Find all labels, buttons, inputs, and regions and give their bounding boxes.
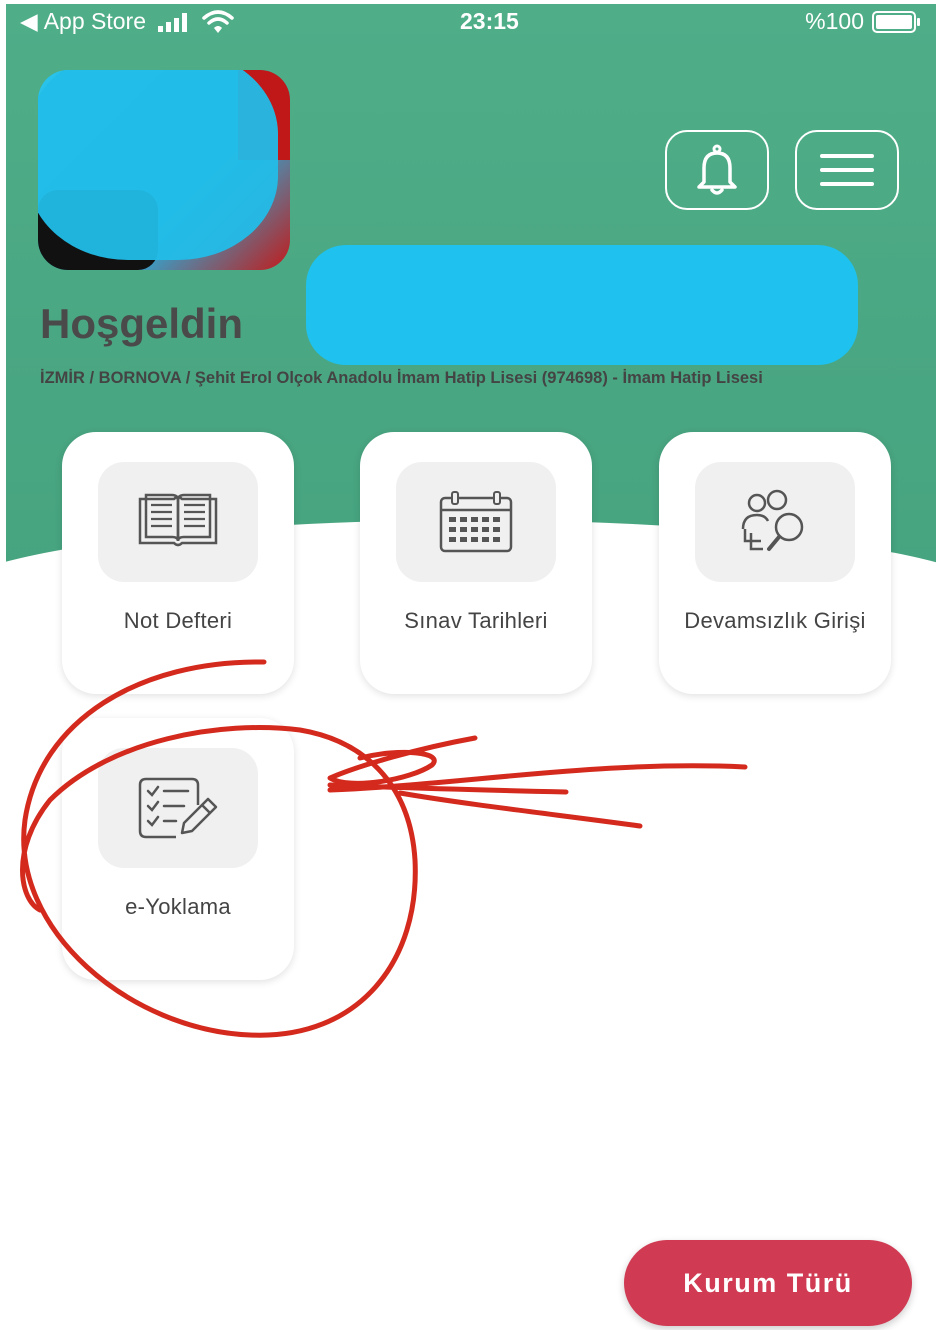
calendar-icon — [439, 491, 513, 553]
app-screen: ◀ App Store 23:15 %100 Hoşgeldin İZMİR /… — [0, 0, 936, 1330]
card-sinav-tarihleri[interactable]: Sınav Tarihleri — [360, 432, 592, 694]
status-time: 23:15 — [460, 8, 519, 34]
card-not-defteri[interactable]: Not Defteri — [62, 432, 294, 694]
school-info: İZMİR / BORNOVA / Şehit Erol Olçok Anado… — [40, 369, 763, 387]
avatar-redaction — [38, 70, 278, 260]
kurum-turu-button[interactable]: Kurum Türü — [624, 1240, 912, 1326]
card-icon-box — [98, 748, 258, 868]
menu-button[interactable] — [795, 130, 899, 210]
battery-indicator: %100 — [805, 8, 920, 35]
card-e-yoklama[interactable]: e-Yoklama — [62, 718, 294, 980]
users-search-icon — [741, 489, 804, 551]
battery-percent: %100 — [805, 8, 864, 34]
welcome-title: Hoşgeldin — [40, 300, 244, 347]
card-label: Not Defteri — [123, 608, 233, 633]
status-bar: ◀ App Store 23:15 %100 — [20, 8, 926, 44]
card-label: Devamsızlık Girişi — [684, 608, 866, 633]
username-redaction — [306, 245, 858, 365]
back-to-app-store[interactable]: ◀ App Store — [20, 8, 234, 35]
hamburger-icon — [820, 154, 874, 186]
bell-icon — [697, 144, 737, 195]
card-label: e-Yoklama — [125, 894, 231, 919]
card-icon-box — [396, 462, 556, 582]
book-icon — [138, 493, 218, 547]
card-icon-box — [695, 462, 855, 582]
card-icon-box — [98, 462, 258, 582]
card-label: Sınav Tarihleri — [404, 608, 548, 633]
back-label: App Store — [43, 8, 146, 34]
wifi-icon — [202, 9, 234, 33]
notifications-button[interactable] — [665, 130, 769, 210]
card-devamsizlik-girisi[interactable]: Devamsızlık Girişi — [659, 432, 891, 694]
profile-avatar[interactable] — [38, 70, 290, 270]
signal-icon — [158, 12, 187, 32]
checklist-edit-icon — [138, 777, 218, 839]
battery-icon — [872, 10, 920, 33]
back-arrow-icon: ◀ — [20, 8, 38, 34]
